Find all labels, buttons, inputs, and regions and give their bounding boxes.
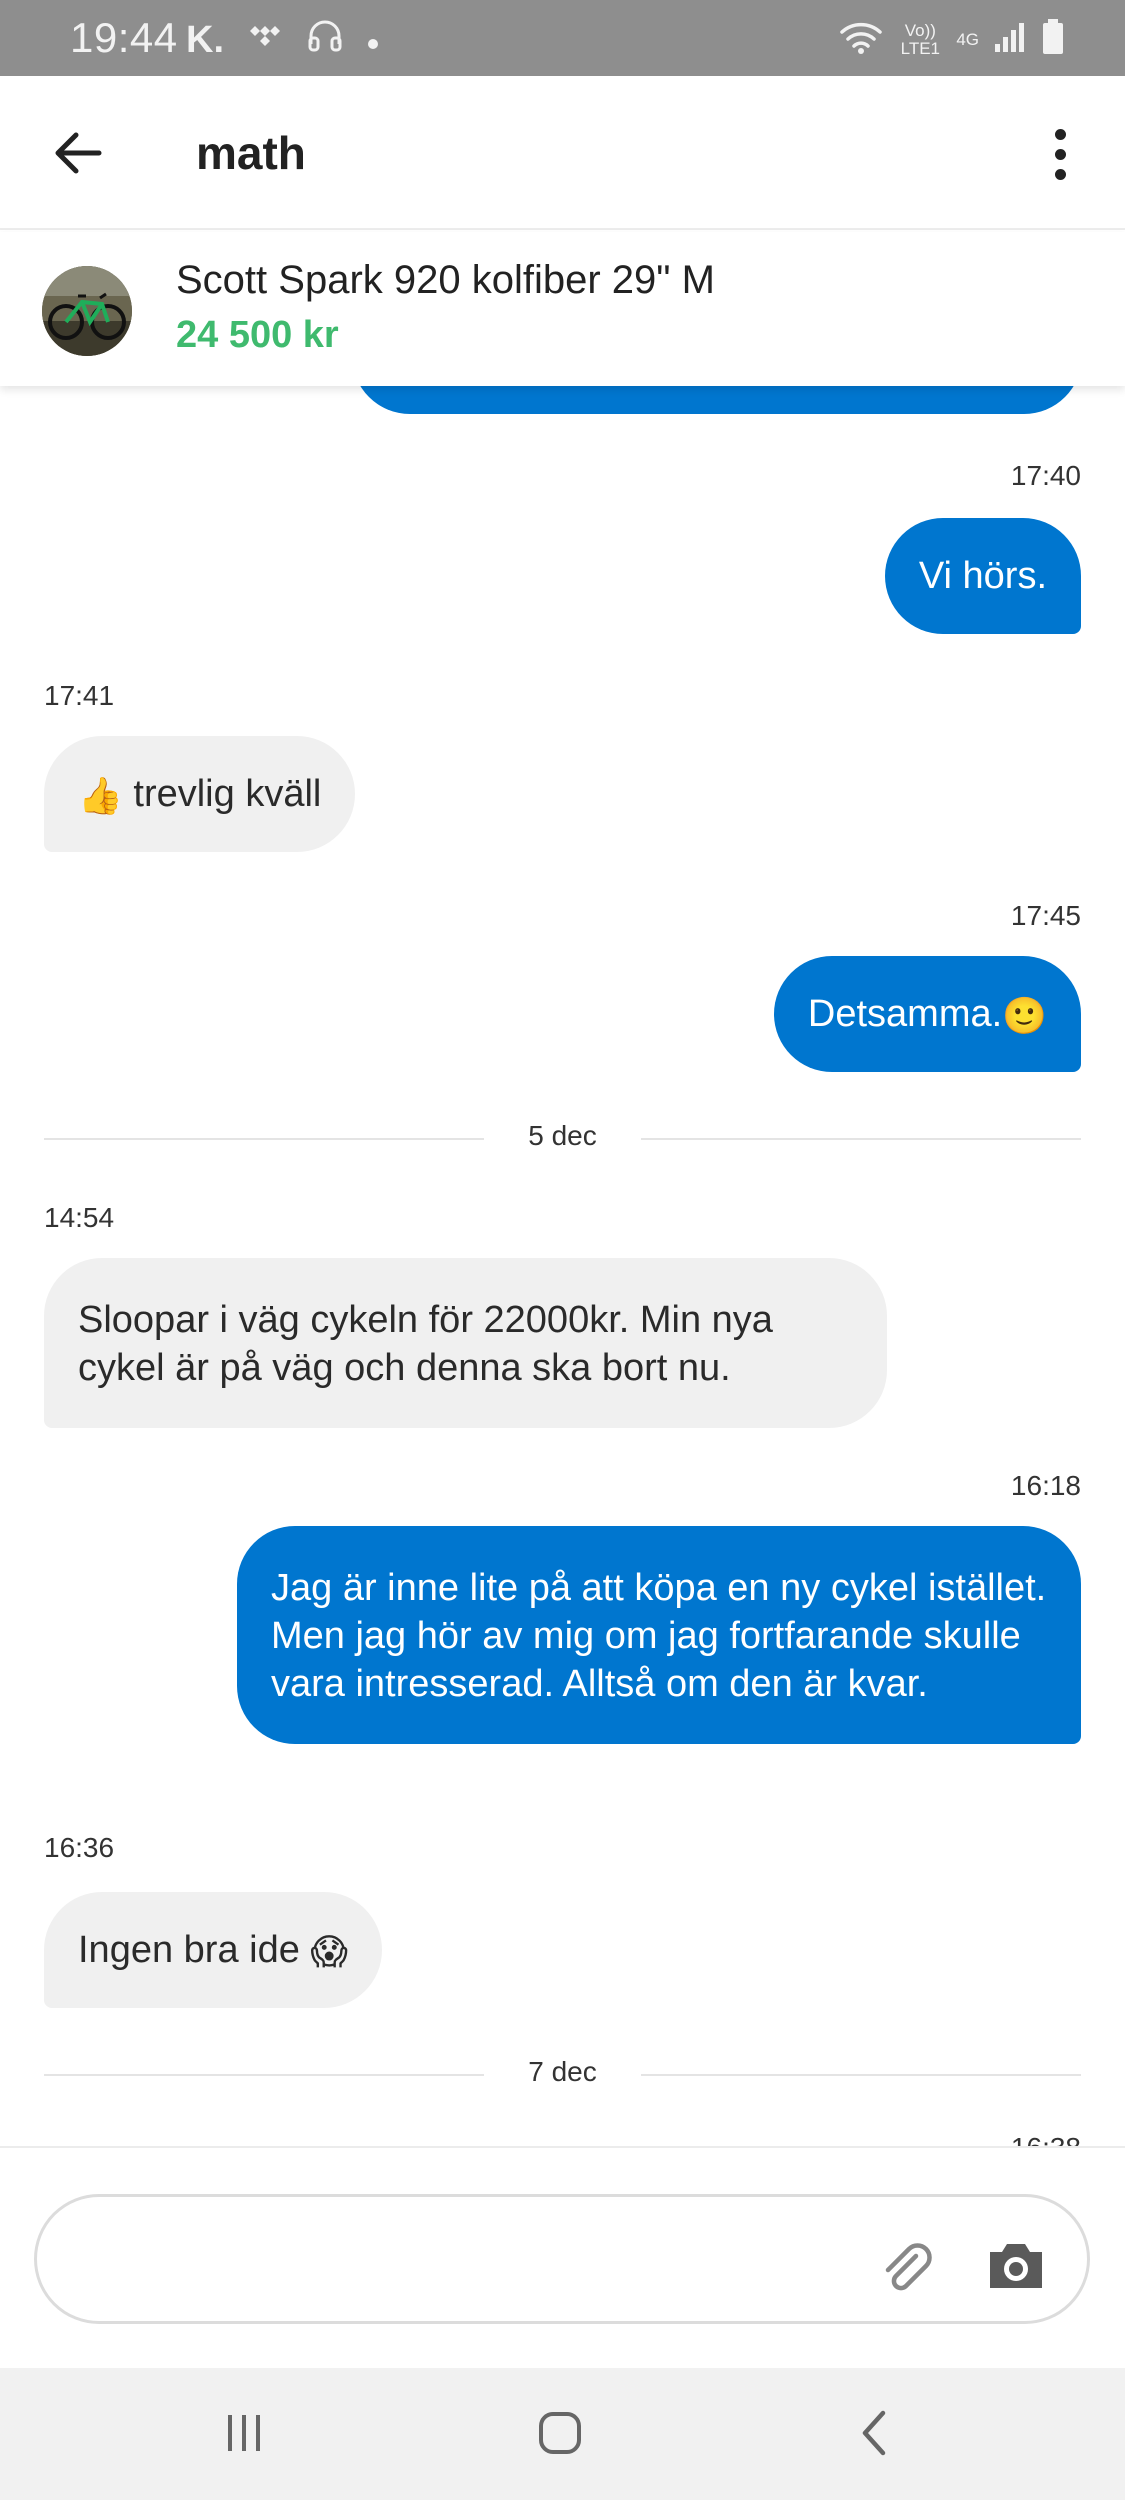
wifi-icon — [838, 18, 884, 61]
signal-icon — [993, 20, 1027, 59]
status-bar: 19:44 K. Vo)) LTE1 4G — [0, 0, 1125, 76]
tidal-icon — [246, 21, 284, 60]
attach-button[interactable] — [876, 2238, 936, 2298]
more-options-button[interactable] — [1025, 116, 1095, 192]
message-list[interactable]: 17:40 Vi hörs. 17:41 👍 trevlig kväll 17:… — [0, 386, 1125, 2146]
status-left-icons: K. — [186, 18, 380, 63]
listing-price: 24 500 kr — [176, 314, 339, 356]
message-timestamp: 17:45 — [1010, 900, 1081, 931]
message-timestamp: 16:18 — [1010, 1470, 1081, 1501]
message-bubble-outgoing: Vi hörs. — [884, 518, 1081, 634]
screaming-face-icon: 😱 — [310, 1930, 348, 1972]
chat-title: math — [196, 127, 306, 179]
message-timestamp: 17:41 — [44, 680, 115, 711]
paperclip-icon — [885, 2243, 932, 2291]
date-divider-label: 7 dec — [528, 2056, 597, 2087]
message-timestamp: 17:40 — [1010, 460, 1081, 491]
status-right-icons: Vo)) LTE1 4G — [838, 18, 1065, 61]
compose-bar — [0, 2146, 1125, 2368]
recent-apps-button[interactable] — [204, 2398, 284, 2468]
camera-icon — [990, 2244, 1042, 2288]
headphones-icon — [306, 18, 344, 63]
more-vertical-icon — [1054, 128, 1066, 140]
camera-button[interactable] — [984, 2234, 1048, 2298]
back-button[interactable] — [44, 120, 110, 186]
dot-icon — [366, 21, 380, 60]
message-bubble-incoming: 👍 trevlig kväll — [44, 736, 356, 852]
smiley-icon: 🙂 — [1002, 994, 1047, 1036]
listing-card[interactable]: Scott Spark 920 kolfiber 29" M 24 500 kr — [0, 232, 1125, 386]
home-icon — [539, 2412, 581, 2454]
arrow-left-icon — [55, 132, 102, 174]
carrier-glyph: K. — [186, 19, 224, 61]
battery-icon — [1041, 18, 1065, 61]
date-divider: 5 dec — [44, 1120, 1081, 1156]
network-label: 4G — [956, 29, 979, 49]
system-nav-bar — [0, 2368, 1125, 2500]
listing-thumbnail — [42, 266, 132, 356]
date-divider: 7 dec — [44, 2056, 1081, 2092]
message-timestamp: 14:54 — [44, 1202, 115, 1233]
home-button[interactable] — [520, 2398, 600, 2468]
message-timestamp: 16:36 — [44, 1832, 115, 1863]
volte-label: Vo)) LTE1 — [900, 20, 940, 58]
message-bubble-incoming: Ingen bra ide 😱 — [44, 1892, 382, 2008]
date-divider-label: 5 dec — [528, 1120, 597, 1151]
status-time: 19:44 — [70, 14, 178, 61]
app-screen: 19:44 K. Vo)) LTE1 4G math Scott Spark 9… — [0, 0, 1125, 2500]
message-bubble-outgoing: Jag är inne lite på att köpa en ny cykel… — [237, 1526, 1081, 1744]
app-bar: math — [0, 76, 1125, 230]
message-bubble-incoming: Sloopar i väg cykeln för 22000kr. Min ny… — [44, 1258, 887, 1428]
message-bubble-partial — [352, 386, 1082, 414]
back-nav-button[interactable] — [834, 2398, 914, 2468]
listing-title: Scott Spark 920 kolfiber 29" M — [176, 258, 715, 302]
chevron-left-icon — [862, 2410, 886, 2456]
message-timestamp-partial: 16:38 — [1011, 2132, 1081, 2146]
recents-icon — [228, 2415, 260, 2451]
message-bubble-outgoing: Detsamma.🙂 — [773, 956, 1081, 1072]
thumbs-up-icon: 👍 — [78, 774, 123, 816]
